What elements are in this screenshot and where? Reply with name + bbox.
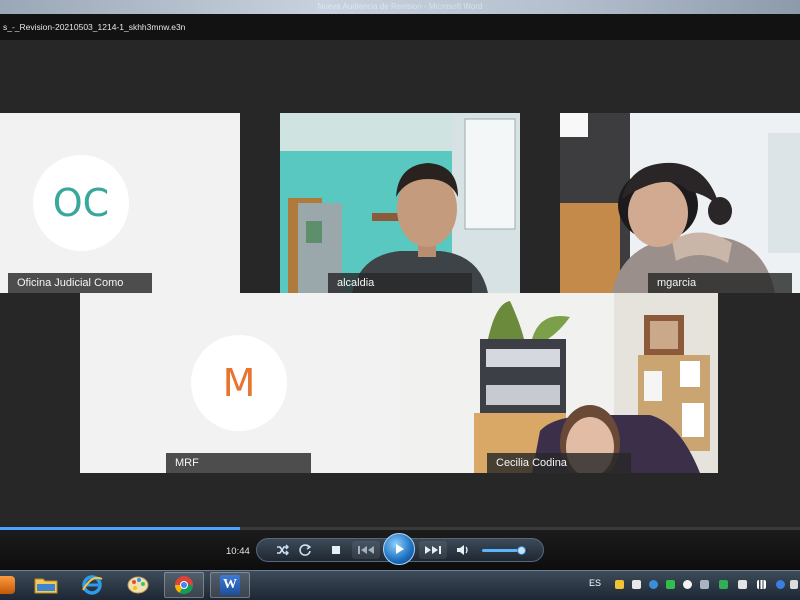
participant-name-label: alcaldia (328, 273, 472, 293)
participant-tile-oficina-judicial[interactable]: OC Oficina Judicial Como (0, 113, 240, 293)
window-title: Nueva Audiencia de Revision - Microsoft … (317, 2, 483, 11)
signal-icon[interactable] (757, 580, 766, 589)
word-icon-letter: W (223, 577, 237, 592)
network-globe-icon[interactable] (649, 580, 658, 589)
participant-video-mgarcia (560, 113, 800, 293)
participant-name-label: mgarcia (648, 273, 792, 293)
elapsed-time: 10:44 (226, 546, 250, 557)
battery-icon[interactable] (790, 580, 798, 589)
update-icon[interactable] (683, 580, 692, 589)
play-button[interactable] (383, 533, 415, 565)
window-title-bar: Nueva Audiencia de Revision - Microsoft … (0, 0, 800, 14)
media-player-icon[interactable] (0, 572, 26, 598)
folder-icon[interactable] (26, 572, 66, 598)
participant-video-alcaldia (280, 113, 520, 293)
shuffle-icon[interactable] (274, 542, 290, 558)
participant-tile-cecilia-codina[interactable]: Cecilia Codina (400, 293, 718, 473)
notification-icon[interactable] (700, 580, 709, 589)
participant-avatar: OC (33, 155, 129, 251)
security-shield-icon[interactable] (666, 580, 675, 589)
speaker-icon[interactable] (738, 580, 747, 589)
bluetooth-icon[interactable] (776, 580, 785, 589)
participant-video-cecilia-codina (400, 293, 718, 473)
participant-tile-alcaldia[interactable]: alcaldia (280, 113, 520, 293)
stop-icon[interactable] (328, 542, 344, 558)
participant-name-label: MRF (166, 453, 311, 473)
language-indicator[interactable]: ES (589, 578, 601, 588)
chrome-icon[interactable] (164, 572, 204, 598)
media-file-name: s_-_Revision-20210503_1214-1_skhh3mnw.e3… (3, 22, 186, 32)
participant-tile-mrf[interactable]: M MRF (80, 293, 400, 473)
folder-tray-icon[interactable] (615, 580, 624, 589)
internet-explorer-icon[interactable] (72, 572, 112, 598)
avatar-initials: M (222, 361, 256, 405)
volume-level-fill (482, 549, 522, 552)
video-stage: OC Oficina Judicial Como alcaldia mgarci… (0, 40, 800, 528)
word-icon[interactable]: W (210, 572, 250, 598)
repeat-icon[interactable] (297, 542, 313, 558)
participant-name-label: Oficina Judicial Como (8, 273, 152, 293)
participant-name-label: Cecilia Codina (487, 453, 631, 473)
play-icon (396, 544, 404, 554)
previous-icon[interactable] (352, 541, 380, 559)
avatar-initials: OC (52, 181, 110, 225)
app-tray-icon[interactable] (632, 580, 641, 589)
next-icon[interactable] (419, 541, 447, 559)
volume-icon[interactable] (455, 542, 471, 558)
participant-avatar: M (191, 335, 287, 431)
media-title-bar: s_-_Revision-20210503_1214-1_skhh3mnw.e3… (0, 14, 800, 40)
antivirus-icon[interactable] (719, 580, 728, 589)
paint-icon[interactable] (118, 572, 158, 598)
participant-tile-mgarcia[interactable]: mgarcia (560, 113, 800, 293)
